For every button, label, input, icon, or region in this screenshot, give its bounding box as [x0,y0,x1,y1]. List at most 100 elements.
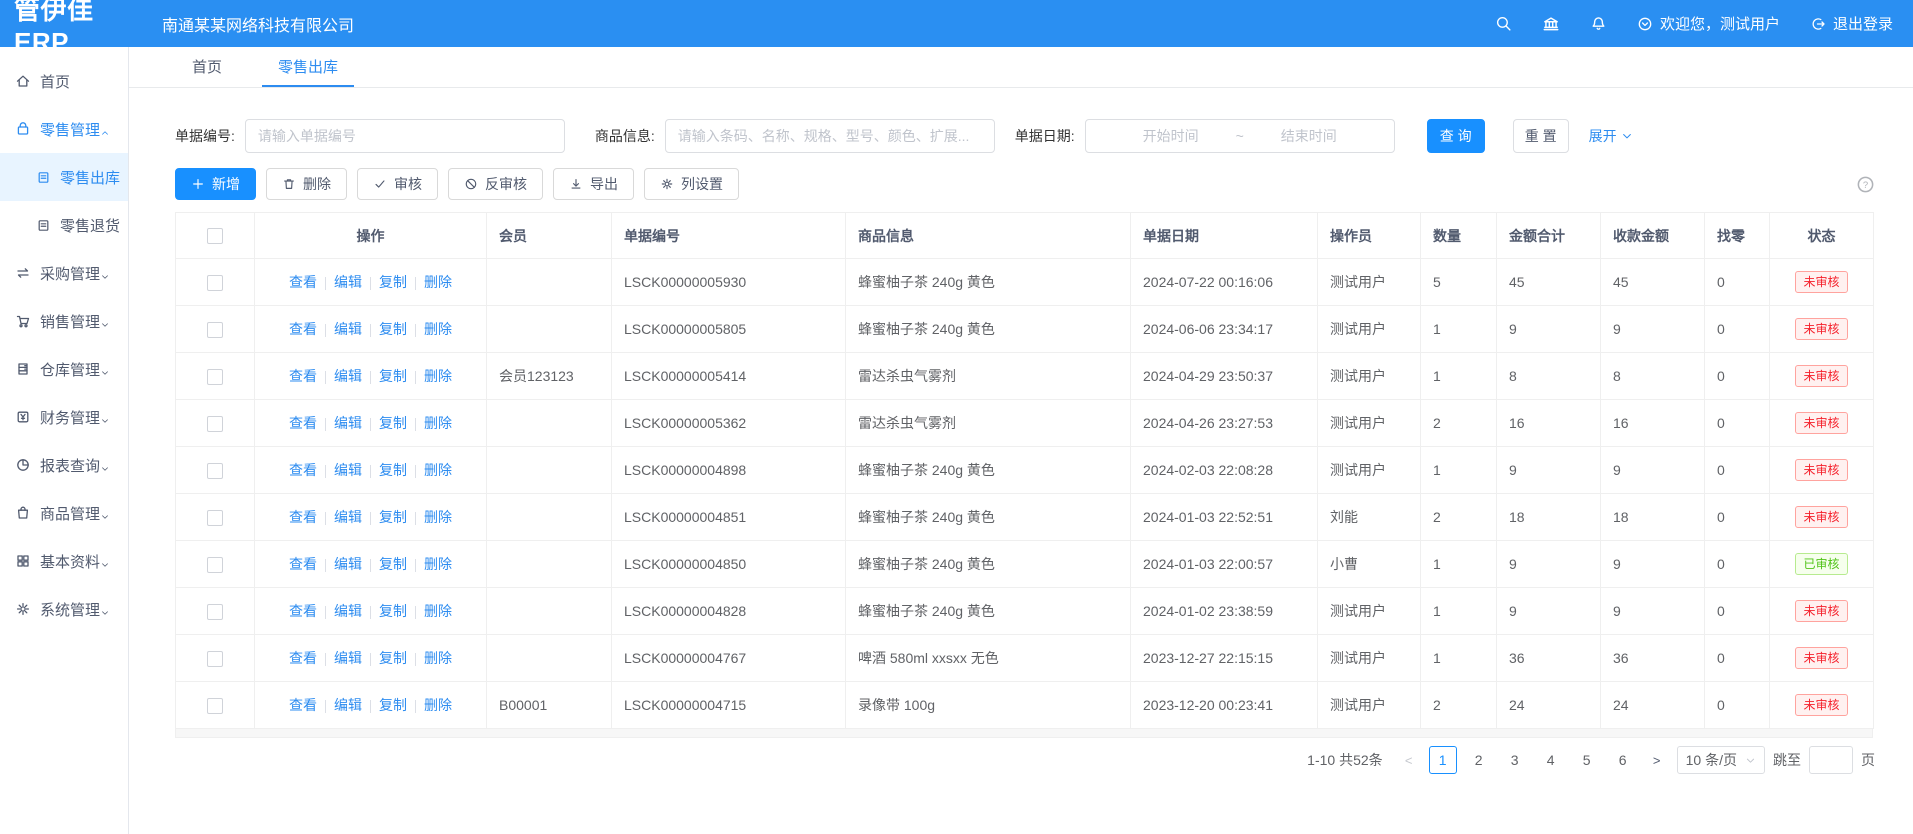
cell-change: 0 [1705,400,1770,447]
select-all-checkbox[interactable] [207,228,223,244]
row-action-copy[interactable]: 复制 [379,509,407,525]
row-action-delete[interactable]: 删除 [424,321,452,337]
bill-no-input[interactable] [245,119,565,153]
row-checkbox[interactable] [207,604,223,620]
row-action-view[interactable]: 查看 [289,603,317,619]
row-action-edit[interactable]: 编辑 [334,274,362,290]
row-checkbox[interactable] [207,322,223,338]
row-action-edit[interactable]: 编辑 [334,509,362,525]
audit-button[interactable]: 审核 [357,168,438,200]
row-checkbox[interactable] [207,275,223,291]
row-action-copy[interactable]: 复制 [379,321,407,337]
logout-text: 退出登录 [1833,13,1893,34]
row-action-delete[interactable]: 删除 [424,556,452,572]
search-button[interactable]: 查 询 [1427,119,1485,153]
row-action-copy[interactable]: 复制 [379,556,407,572]
prev-page-button[interactable]: < [1397,753,1421,768]
horizontal-scrollbar[interactable] [175,729,1873,738]
search-icon[interactable] [1495,15,1512,32]
row-action-copy[interactable]: 复制 [379,368,407,384]
sidebar-item-product[interactable]: 商品管理 [0,489,128,537]
row-action-view[interactable]: 查看 [289,650,317,666]
row-checkbox[interactable] [207,369,223,385]
row-action-copy[interactable]: 复制 [379,415,407,431]
next-page-button[interactable]: > [1645,753,1669,768]
date-start-input[interactable] [1112,128,1230,144]
date-end-input[interactable] [1250,128,1368,144]
product-info-input[interactable] [665,119,995,153]
row-action-delete[interactable]: 删除 [424,462,452,478]
row-action-edit[interactable]: 编辑 [334,415,362,431]
page-4[interactable]: 4 [1537,746,1565,774]
help-icon[interactable]: ? [1856,175,1875,194]
row-action-edit[interactable]: 编辑 [334,603,362,619]
reset-button[interactable]: 重 置 [1513,119,1569,153]
row-action-delete[interactable]: 删除 [424,603,452,619]
sidebar-item-basic[interactable]: 基本资料 [0,537,128,585]
sidebar-item-retail[interactable]: 零售管理 [0,105,128,153]
row-action-view[interactable]: 查看 [289,556,317,572]
sidebar-item-system[interactable]: 系统管理 [0,585,128,633]
row-action-delete[interactable]: 删除 [424,274,452,290]
row-action-view[interactable]: 查看 [289,274,317,290]
row-action-edit[interactable]: 编辑 [334,368,362,384]
row-action-copy[interactable]: 复制 [379,462,407,478]
page-5[interactable]: 5 [1573,746,1601,774]
row-action-delete[interactable]: 删除 [424,697,452,713]
row-action-copy[interactable]: 复制 [379,603,407,619]
row-action-delete[interactable]: 删除 [424,650,452,666]
page-6[interactable]: 6 [1609,746,1637,774]
page-1[interactable]: 1 [1429,746,1457,774]
row-checkbox[interactable] [207,557,223,573]
row-action-delete[interactable]: 删除 [424,368,452,384]
tab-retail-out[interactable]: 零售出库 [262,47,354,87]
row-action-delete[interactable]: 删除 [424,509,452,525]
sidebar-item-retail-out[interactable]: 零售出库 [0,153,128,201]
expand-toggle[interactable]: 展开 [1589,126,1633,146]
bell-icon[interactable] [1590,15,1607,32]
export-button[interactable]: 导出 [553,168,634,200]
unaudit-button[interactable]: 反审核 [448,168,543,200]
page-3[interactable]: 3 [1501,746,1529,774]
bank-icon[interactable] [1542,15,1560,33]
sidebar-item-sales[interactable]: 销售管理 [0,297,128,345]
sidebar-item-retail-return[interactable]: 零售退货 [0,201,128,249]
row-action-view[interactable]: 查看 [289,415,317,431]
row-checkbox[interactable] [207,698,223,714]
welcome-user[interactable]: 欢迎您，测试用户 [1637,13,1780,34]
row-action-edit[interactable]: 编辑 [334,697,362,713]
columns-button[interactable]: 列设置 [644,168,739,200]
row-checkbox[interactable] [207,463,223,479]
date-range-picker[interactable]: ~ [1085,119,1395,153]
row-action-edit[interactable]: 编辑 [334,650,362,666]
delete-button[interactable]: 删除 [266,168,347,200]
row-action-edit[interactable]: 编辑 [334,321,362,337]
row-action-copy[interactable]: 复制 [379,650,407,666]
row-checkbox[interactable] [207,651,223,667]
action-divider [325,465,326,478]
page-jump-input[interactable] [1809,746,1853,774]
row-action-edit[interactable]: 编辑 [334,556,362,572]
sidebar-item-warehouse[interactable]: 仓库管理 [0,345,128,393]
cell-operator: 测试用户 [1318,447,1421,494]
row-action-delete[interactable]: 删除 [424,415,452,431]
row-action-edit[interactable]: 编辑 [334,462,362,478]
row-action-copy[interactable]: 复制 [379,697,407,713]
row-action-copy[interactable]: 复制 [379,274,407,290]
sidebar-item-purchase[interactable]: 采购管理 [0,249,128,297]
add-button[interactable]: 新增 [175,168,256,200]
page-size-select[interactable]: 10 条/页 [1677,746,1765,774]
row-action-view[interactable]: 查看 [289,321,317,337]
sidebar-item-home[interactable]: 首页 [0,57,128,105]
row-action-view[interactable]: 查看 [289,697,317,713]
page-2[interactable]: 2 [1465,746,1493,774]
sidebar-item-report[interactable]: 报表查询 [0,441,128,489]
row-action-view[interactable]: 查看 [289,509,317,525]
sidebar-item-finance[interactable]: 财务管理 [0,393,128,441]
tab-home[interactable]: 首页 [176,47,238,87]
row-checkbox[interactable] [207,416,223,432]
row-action-view[interactable]: 查看 [289,368,317,384]
row-checkbox[interactable] [207,510,223,526]
row-action-view[interactable]: 查看 [289,462,317,478]
logout-button[interactable]: 退出登录 [1810,13,1893,34]
